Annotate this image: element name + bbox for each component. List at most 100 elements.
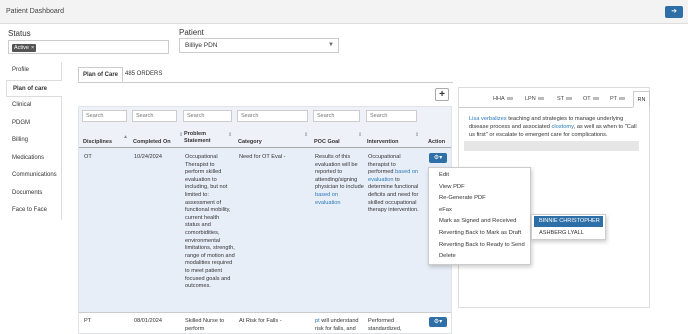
tab-ot[interactable]: OT <box>583 94 599 105</box>
cell-poc-goal: pt will understand risk for falls, and <box>315 318 365 333</box>
col-label: Completed On <box>133 139 171 145</box>
tab-485-orders[interactable]: 485 ORDERS <box>121 67 166 82</box>
patient-select[interactable]: Billiye PDN ▼ <box>179 38 339 53</box>
search-disciplines[interactable] <box>82 110 127 122</box>
col-label: Intervention <box>367 139 399 145</box>
search-completed-on[interactable] <box>132 110 177 122</box>
status-label: Status <box>8 29 31 38</box>
chip-remove-icon[interactable]: × <box>31 45 34 51</box>
menu-item-regenerate-pdf[interactable]: Re-Generate PDF <box>429 193 530 205</box>
menu-item-revert-ready[interactable]: Reverting Back to Ready to Send <box>429 240 530 252</box>
row-action-button[interactable]: ⚙▾ <box>429 317 447 327</box>
patient-value: Billiye PDN <box>185 42 218 49</box>
status-chip-label: Active <box>14 45 29 51</box>
tab-st[interactable]: ST <box>557 94 573 105</box>
cell-discipline: PT <box>84 318 92 324</box>
tab-pt[interactable]: PT <box>610 94 626 105</box>
chevron-down-icon: ▼ <box>328 42 334 48</box>
logout-icon: ➜ <box>671 8 677 15</box>
row-action-button[interactable]: ⚙▾ <box>429 153 447 163</box>
sort-icon: ⇕ <box>304 132 309 138</box>
col-label: Disciplines <box>83 139 113 145</box>
tab-rn[interactable]: RN <box>633 91 650 107</box>
add-button[interactable]: + <box>435 88 449 101</box>
note-footer-bar <box>464 141 639 151</box>
menu-item-edit[interactable]: Edit <box>429 170 530 182</box>
col-label: Category <box>238 139 262 145</box>
sidebar-item-pdgm[interactable]: PDGM <box>6 114 62 132</box>
tab-badge <box>619 97 626 101</box>
tab-badge <box>592 97 599 101</box>
col-label: Problem Statement <box>184 131 211 144</box>
tab-label: ST <box>557 96 565 102</box>
search-intervention[interactable] <box>366 110 417 122</box>
status-chip: Active × <box>12 44 37 52</box>
tab-lpn[interactable]: LPN <box>525 94 544 105</box>
search-category[interactable] <box>237 110 308 122</box>
logout-button[interactable]: ➜ <box>665 6 683 18</box>
goal-text: will understand risk for falls, and <box>315 318 359 332</box>
sidebar: Profile Plan of care Clinical PDGM Billi… <box>6 62 62 220</box>
cell-intervention: Occupational therapist to performed base… <box>368 154 422 215</box>
note-link[interactable]: Lisa verbalizes <box>469 116 507 122</box>
submenu-item-ashberg-lyall[interactable]: ASHBERG LYALL <box>532 228 605 239</box>
cell-completed-on: 08/01/2024 <box>134 318 162 324</box>
sidebar-item-face-to-face[interactable]: Face to Face <box>6 202 62 220</box>
search-problem[interactable] <box>183 110 232 122</box>
action-menu: Edit View PDF Re-Generate PDF eFax Mark … <box>428 167 531 265</box>
submenu-item-binnie-christopher[interactable]: BINNIE CHRISTOPHER <box>534 216 603 227</box>
caret-down-icon: ▾ <box>439 155 443 161</box>
tab-plan-of-care[interactable]: Plan of Care <box>78 67 124 82</box>
cell-problem: Occupational Therapist to perform skille… <box>185 154 235 290</box>
search-poc-goal[interactable] <box>313 110 360 122</box>
sidebar-item-profile[interactable]: Profile <box>6 62 62 80</box>
tab-label: LPN <box>525 96 536 102</box>
menu-item-efax[interactable]: eFax <box>429 205 530 217</box>
signer-submenu: BINNIE CHRISTOPHER ASHBERG LYALL <box>531 214 606 240</box>
sort-icon: ▲ <box>123 134 128 140</box>
care-note: Lisa verbalizes teaching and strategies … <box>469 115 644 139</box>
tab-hha[interactable]: HHA <box>493 94 513 105</box>
sort-icon: ⇕ <box>228 132 233 138</box>
sidebar-item-plan-of-care[interactable]: Plan of care <box>6 79 62 97</box>
menu-item-delete[interactable]: Delete <box>429 251 530 263</box>
panel-tab-divider <box>459 107 633 108</box>
sidebar-item-communications[interactable]: Communications <box>6 167 62 185</box>
tab-badge <box>506 97 513 101</box>
top-bar: Patient Dashboard ➜ <box>0 0 688 24</box>
col-label: Action <box>428 139 446 145</box>
col-label: POC Goal <box>314 139 340 145</box>
patient-label: Patient <box>179 28 204 37</box>
cell-completed-on: 10/24/2024 <box>134 154 162 160</box>
cell-discipline: OT <box>84 154 92 160</box>
tab-label: PT <box>610 96 618 102</box>
page-title: Patient Dashboard <box>6 8 64 15</box>
plus-icon: + <box>439 89 445 100</box>
sort-icon: ⇕ <box>415 132 420 138</box>
menu-item-view-pdf[interactable]: View PDF <box>429 182 530 194</box>
tab-label: HHA <box>493 96 505 102</box>
sort-icon: ⇕ <box>179 132 184 138</box>
tab-badge <box>566 97 573 101</box>
plan-of-care-table: Disciplines ▲ Completed On ⇕ Problem State… <box>78 106 452 334</box>
sidebar-item-medications[interactable]: Medications <box>6 149 62 167</box>
table-row[interactable]: PT 08/01/2024 Skilled Nurse to perform s… <box>79 312 451 333</box>
tab-label: OT <box>583 96 591 102</box>
menu-item-revert-draft[interactable]: Reverting Back to Mark as Draft <box>429 228 530 240</box>
menu-item-mark-signed[interactable]: Mark as Signed and Received <box>429 216 530 228</box>
cell-intervention: Performed standardized, multifactoral fa… <box>368 318 402 332</box>
cell-category: At Risk for Falls - <box>239 318 282 324</box>
sidebar-item-billing[interactable]: Billing <box>6 132 62 150</box>
goal-text: Results of this evaluation will be repor… <box>315 154 364 191</box>
cell-poc-goal: Results of this evaluation will be repor… <box>315 154 365 207</box>
tab-badge <box>537 97 544 101</box>
sidebar-item-clinical[interactable]: Clinical <box>6 97 62 115</box>
status-filter[interactable]: Active × <box>8 40 169 54</box>
goal-link[interactable]: based on evaluation <box>315 192 341 206</box>
caret-down-icon: ▾ <box>439 319 443 325</box>
table-row[interactable]: OT 10/24/2024 Occupational Therapist to … <box>79 148 451 312</box>
note-link[interactable]: clostomy <box>552 124 574 130</box>
sort-icon: ⇕ <box>358 132 363 138</box>
sidebar-item-documents[interactable]: Documents <box>6 184 62 202</box>
cell-problem: Skilled Nurse to perform standardized <box>185 318 225 332</box>
